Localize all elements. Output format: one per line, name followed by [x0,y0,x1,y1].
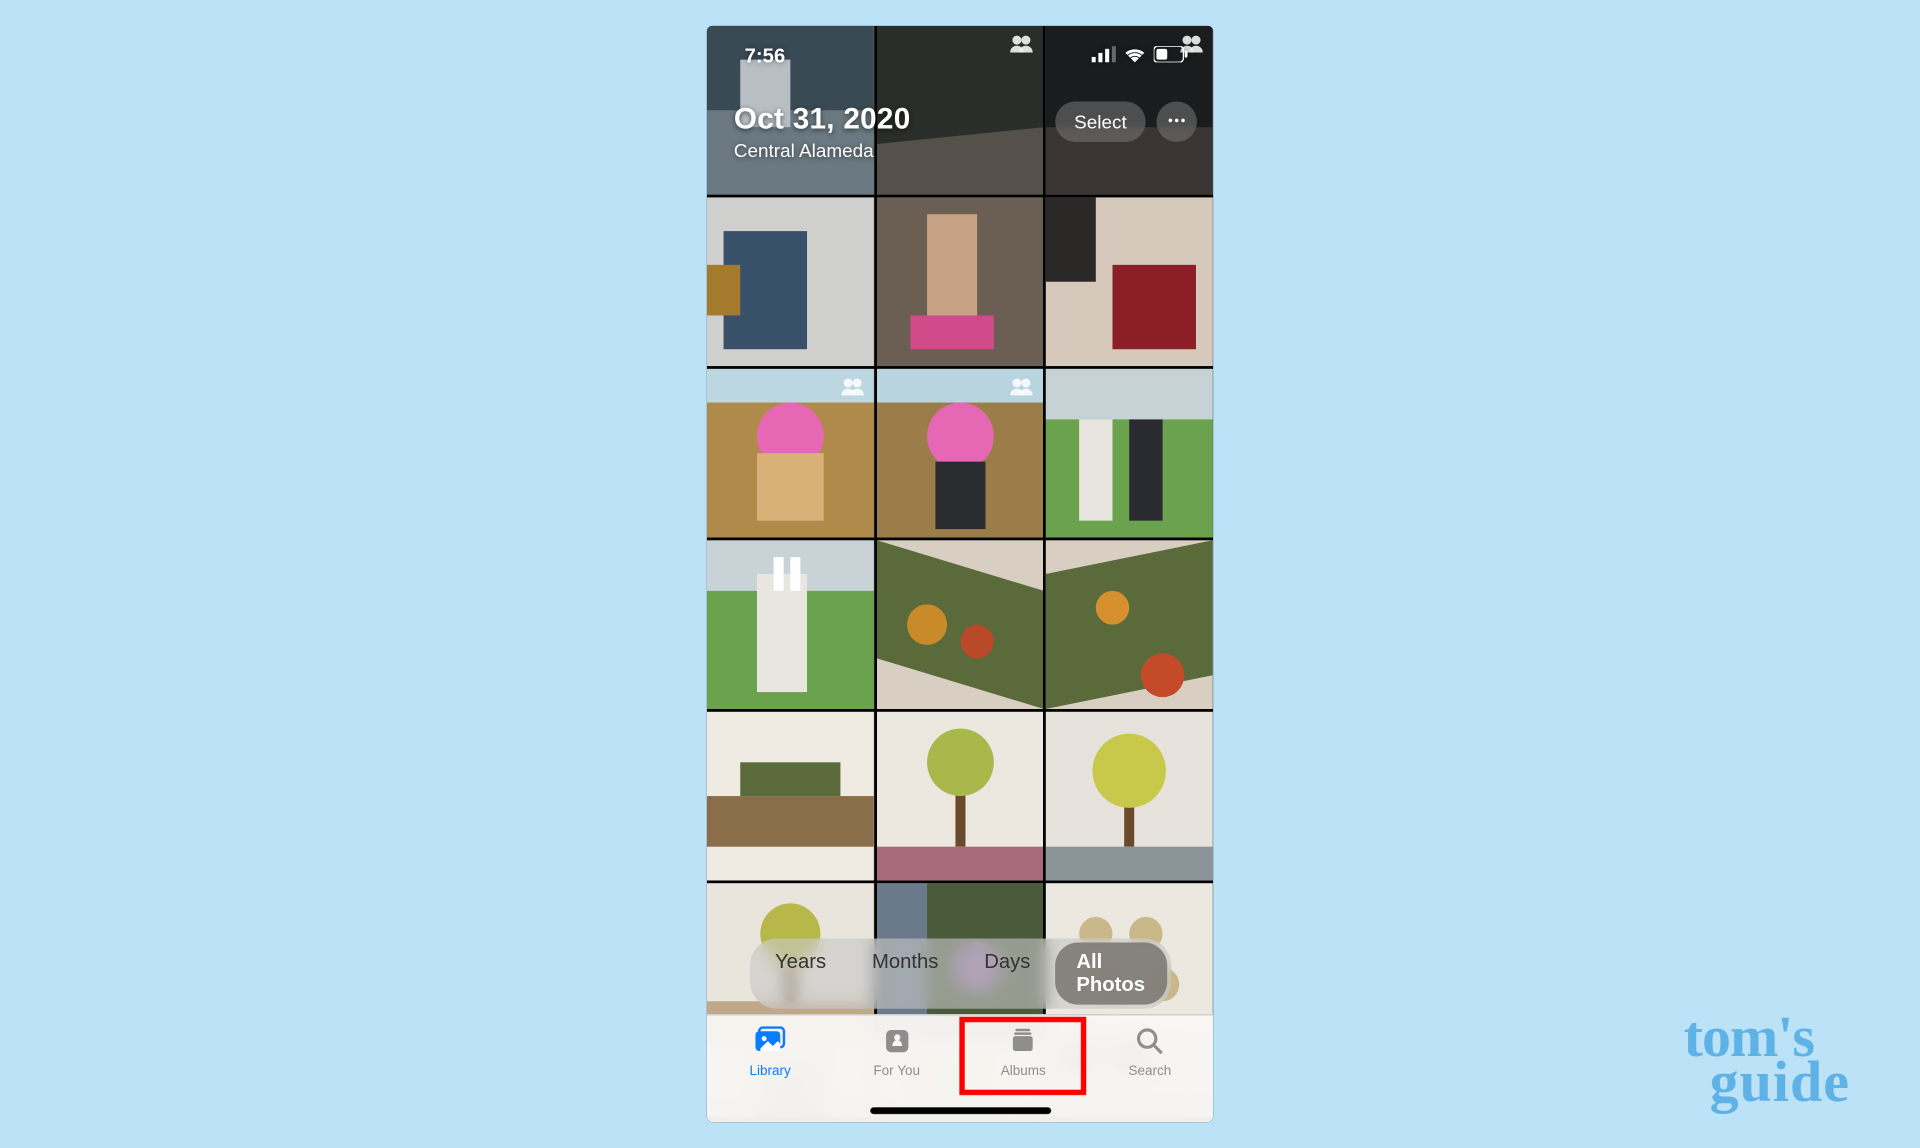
tab-label: Search [1128,1064,1171,1079]
segment-all-photos[interactable]: All Photos [1055,943,1167,1005]
people-icon [1008,377,1035,396]
tab-label: For You [873,1064,920,1079]
select-button[interactable]: Select [1055,101,1145,142]
more-button[interactable] [1156,101,1197,142]
iphone-screenshot: 7:56 Oct 31, 2020 Central Alameda Select… [707,26,1213,1122]
segment-months[interactable]: Months [850,943,960,1005]
for-you-icon [879,1026,914,1064]
photo-thumbnail[interactable] [877,540,1044,709]
grid-header: Oct 31, 2020 Central Alameda [734,101,911,160]
tab-bar: Library For You Albums Search [707,1014,1213,1122]
photo-grid[interactable] [707,26,1213,1052]
tab-label: Albums [1001,1064,1046,1079]
photo-thumbnail[interactable] [877,369,1044,538]
tab-albums[interactable]: Albums [960,1015,1087,1122]
search-icon [1132,1026,1167,1064]
ellipsis-icon [1166,109,1188,135]
photo-thumbnail[interactable] [1046,369,1213,538]
photo-thumbnail[interactable] [707,369,874,538]
tab-label: Library [750,1064,791,1079]
people-icon [839,377,866,396]
header-date: Oct 31, 2020 [734,101,911,136]
tab-library[interactable]: Library [707,1015,834,1122]
wifi-icon [1124,44,1146,67]
time-segmented-control[interactable]: Years Months Days All Photos [749,939,1170,1009]
header-location: Central Alameda [734,139,911,161]
segment-days[interactable]: Days [963,943,1052,1005]
albums-icon [1006,1026,1041,1064]
status-bar: 7:56 [707,39,1213,71]
cellular-icon [1092,44,1116,67]
photo-thumbnail[interactable] [707,712,874,881]
home-indicator[interactable] [870,1107,1051,1114]
photo-thumbnail[interactable] [1046,197,1213,366]
photo-thumbnail[interactable] [877,197,1044,366]
photo-thumbnail[interactable] [707,540,874,709]
photo-thumbnail[interactable] [1046,540,1213,709]
photo-thumbnail[interactable] [877,712,1044,881]
tab-search[interactable]: Search [1087,1015,1214,1122]
segment-years[interactable]: Years [753,943,847,1005]
status-time: 7:56 [745,44,786,67]
battery-icon [1154,44,1189,67]
library-icon [753,1026,788,1064]
tab-for-you[interactable]: For You [833,1015,960,1122]
photo-thumbnail[interactable] [707,197,874,366]
watermark-logo: tom's guide [1684,1014,1850,1104]
photo-thumbnail[interactable] [1046,712,1213,881]
